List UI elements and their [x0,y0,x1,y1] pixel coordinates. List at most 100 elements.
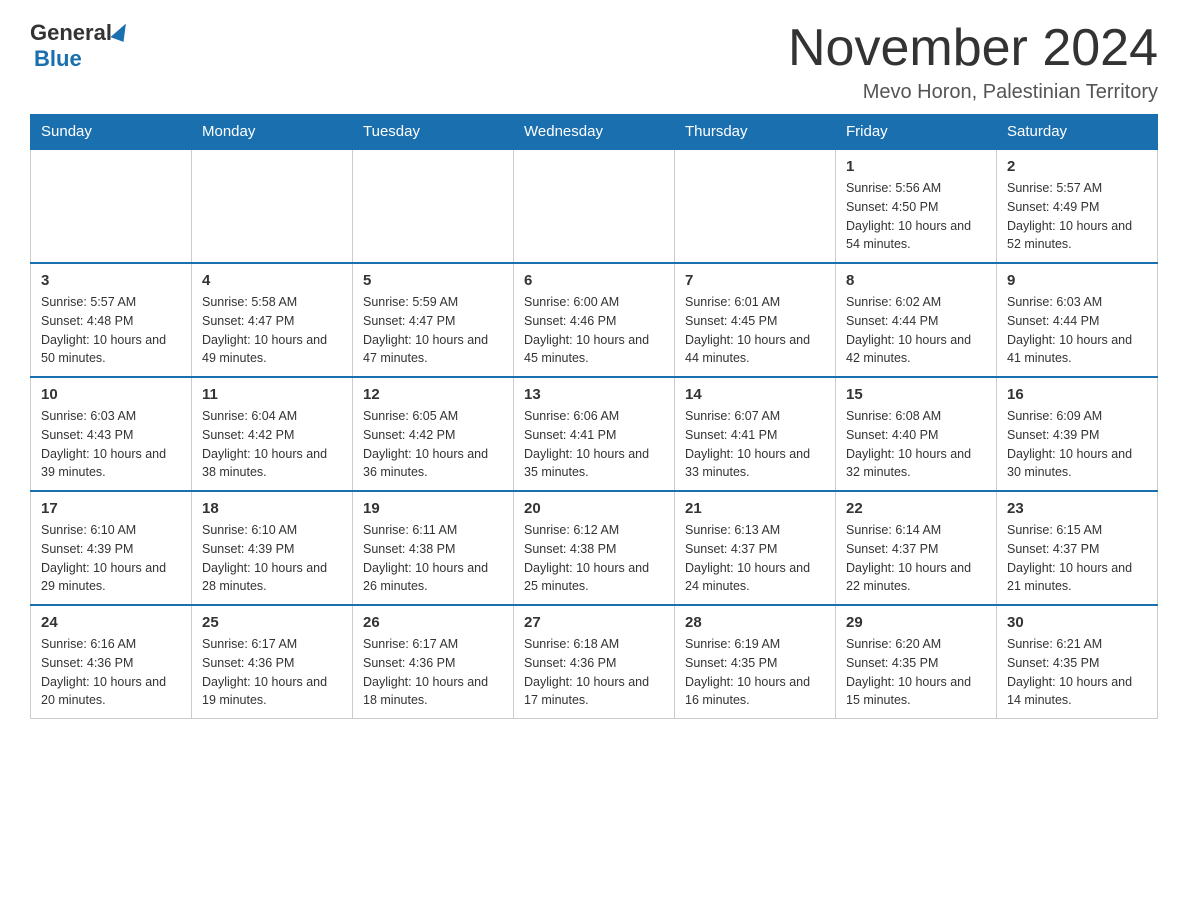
day-info: Sunrise: 6:05 AM Sunset: 4:42 PM Dayligh… [363,407,503,482]
calendar-week-row: 3 Sunrise: 5:57 AM Sunset: 4:48 PM Daylig… [31,263,1158,377]
calendar-day-cell: 16 Sunrise: 6:09 AM Sunset: 4:39 PM Dayli… [997,377,1158,491]
day-info: Sunrise: 6:13 AM Sunset: 4:37 PM Dayligh… [685,521,825,596]
day-info: Sunrise: 5:58 AM Sunset: 4:47 PM Dayligh… [202,293,342,368]
logo: General Blue [30,20,127,72]
calendar-week-row: 1Sunrise: 5:56 AM Sunset: 4:50 PM Daylig… [31,149,1158,263]
calendar-day-cell: 10 Sunrise: 6:03 AM Sunset: 4:43 PM Dayli… [31,377,192,491]
calendar-day-cell: 5 Sunrise: 5:59 AM Sunset: 4:47 PM Daylig… [353,263,514,377]
day-number: 8 [846,272,986,289]
calendar-week-row: 17Sunrise: 6:10 AM Sunset: 4:39 PM Dayli… [31,491,1158,605]
day-info: Sunrise: 6:10 AM Sunset: 4:39 PM Dayligh… [41,521,181,596]
day-info: Sunrise: 6:00 AM Sunset: 4:46 PM Dayligh… [524,293,664,368]
calendar-day-cell: 26Sunrise: 6:17 AM Sunset: 4:36 PM Dayli… [353,605,514,719]
day-info: Sunrise: 6:08 AM Sunset: 4:40 PM Dayligh… [846,407,986,482]
day-number: 19 [363,500,503,517]
day-info: Sunrise: 6:18 AM Sunset: 4:36 PM Dayligh… [524,635,664,710]
calendar-day-header: Thursday [675,115,836,150]
calendar-day-header: Saturday [997,115,1158,150]
calendar-day-cell: 17Sunrise: 6:10 AM Sunset: 4:39 PM Dayli… [31,491,192,605]
calendar-day-cell: 12Sunrise: 6:05 AM Sunset: 4:42 PM Dayli… [353,377,514,491]
day-number: 5 [363,272,503,289]
page-subtitle: Mevo Horon, Palestinian Territory [788,81,1158,104]
day-number: 2 [1007,158,1147,175]
day-info: Sunrise: 6:19 AM Sunset: 4:35 PM Dayligh… [685,635,825,710]
day-number: 16 [1007,386,1147,403]
day-info: Sunrise: 6:04 AM Sunset: 4:42 PM Dayligh… [202,407,342,482]
logo-general: General [30,20,112,46]
logo-triangle-icon [110,20,129,42]
day-info: Sunrise: 6:09 AM Sunset: 4:39 PM Dayligh… [1007,407,1147,482]
day-number: 9 [1007,272,1147,289]
day-info: Sunrise: 6:15 AM Sunset: 4:37 PM Dayligh… [1007,521,1147,596]
calendar-day-cell: 27 Sunrise: 6:18 AM Sunset: 4:36 PM Dayli… [514,605,675,719]
day-info: Sunrise: 6:20 AM Sunset: 4:35 PM Dayligh… [846,635,986,710]
day-number: 26 [363,614,503,631]
calendar-day-cell: 20 Sunrise: 6:12 AM Sunset: 4:38 PM Dayli… [514,491,675,605]
calendar-day-cell: 14Sunrise: 6:07 AM Sunset: 4:41 PM Dayli… [675,377,836,491]
calendar-header-row: SundayMondayTuesdayWednesdayThursdayFrid… [31,115,1158,150]
calendar-day-cell: 28 Sunrise: 6:19 AM Sunset: 4:35 PM Dayli… [675,605,836,719]
day-number: 7 [685,272,825,289]
day-info: Sunrise: 6:03 AM Sunset: 4:44 PM Dayligh… [1007,293,1147,368]
title-area: November 2024 Mevo Horon, Palestinian Te… [788,20,1158,104]
day-info: Sunrise: 6:14 AM Sunset: 4:37 PM Dayligh… [846,521,986,596]
calendar-day-header: Monday [192,115,353,150]
day-number: 30 [1007,614,1147,631]
calendar-day-header: Tuesday [353,115,514,150]
day-info: Sunrise: 6:12 AM Sunset: 4:38 PM Dayligh… [524,521,664,596]
day-number: 4 [202,272,342,289]
day-info: Sunrise: 5:57 AM Sunset: 4:48 PM Dayligh… [41,293,181,368]
calendar-day-cell: 7Sunrise: 6:01 AM Sunset: 4:45 PM Daylig… [675,263,836,377]
day-info: Sunrise: 6:16 AM Sunset: 4:36 PM Dayligh… [41,635,181,710]
calendar-day-cell: 29 Sunrise: 6:20 AM Sunset: 4:35 PM Dayli… [836,605,997,719]
calendar-day-cell [514,149,675,263]
calendar-day-cell: 22 Sunrise: 6:14 AM Sunset: 4:37 PM Dayli… [836,491,997,605]
day-info: Sunrise: 6:02 AM Sunset: 4:44 PM Dayligh… [846,293,986,368]
calendar-day-cell: 18 Sunrise: 6:10 AM Sunset: 4:39 PM Dayli… [192,491,353,605]
day-number: 11 [202,386,342,403]
calendar-day-cell [192,149,353,263]
day-number: 29 [846,614,986,631]
day-number: 3 [41,272,181,289]
calendar-day-cell: 23 Sunrise: 6:15 AM Sunset: 4:37 PM Dayli… [997,491,1158,605]
day-info: Sunrise: 6:11 AM Sunset: 4:38 PM Dayligh… [363,521,503,596]
day-number: 10 [41,386,181,403]
calendar-week-row: 10 Sunrise: 6:03 AM Sunset: 4:43 PM Dayli… [31,377,1158,491]
calendar-day-header: Wednesday [514,115,675,150]
calendar-day-cell: 2 Sunrise: 5:57 AM Sunset: 4:49 PM Daylig… [997,149,1158,263]
day-number: 25 [202,614,342,631]
page-header: General Blue November 2024 Mevo Horon, P… [30,20,1158,104]
day-number: 24 [41,614,181,631]
page-title: November 2024 [788,20,1158,77]
day-info: Sunrise: 5:59 AM Sunset: 4:47 PM Dayligh… [363,293,503,368]
day-info: Sunrise: 6:21 AM Sunset: 4:35 PM Dayligh… [1007,635,1147,710]
day-number: 23 [1007,500,1147,517]
day-info: Sunrise: 6:03 AM Sunset: 4:43 PM Dayligh… [41,407,181,482]
day-info: Sunrise: 5:57 AM Sunset: 4:49 PM Dayligh… [1007,179,1147,254]
calendar-day-cell: 19 Sunrise: 6:11 AM Sunset: 4:38 PM Dayli… [353,491,514,605]
calendar-day-cell [353,149,514,263]
day-info: Sunrise: 6:17 AM Sunset: 4:36 PM Dayligh… [202,635,342,710]
calendar-day-header: Sunday [31,115,192,150]
day-number: 27 [524,614,664,631]
calendar-day-cell: 15Sunrise: 6:08 AM Sunset: 4:40 PM Dayli… [836,377,997,491]
calendar-table: SundayMondayTuesdayWednesdayThursdayFrid… [30,114,1158,719]
day-info: Sunrise: 6:06 AM Sunset: 4:41 PM Dayligh… [524,407,664,482]
calendar-day-cell: 24 Sunrise: 6:16 AM Sunset: 4:36 PM Dayli… [31,605,192,719]
calendar-day-cell [675,149,836,263]
day-number: 18 [202,500,342,517]
calendar-day-cell: 3 Sunrise: 5:57 AM Sunset: 4:48 PM Daylig… [31,263,192,377]
calendar-day-cell: 6Sunrise: 6:00 AM Sunset: 4:46 PM Daylig… [514,263,675,377]
day-number: 28 [685,614,825,631]
day-number: 1 [846,158,986,175]
day-number: 14 [685,386,825,403]
day-info: Sunrise: 6:10 AM Sunset: 4:39 PM Dayligh… [202,521,342,596]
calendar-day-cell: 11 Sunrise: 6:04 AM Sunset: 4:42 PM Dayli… [192,377,353,491]
calendar-day-cell: 4 Sunrise: 5:58 AM Sunset: 4:47 PM Daylig… [192,263,353,377]
calendar-day-cell: 13Sunrise: 6:06 AM Sunset: 4:41 PM Dayli… [514,377,675,491]
day-number: 20 [524,500,664,517]
day-number: 22 [846,500,986,517]
logo-blue: Blue [30,46,82,72]
calendar-week-row: 24 Sunrise: 6:16 AM Sunset: 4:36 PM Dayli… [31,605,1158,719]
calendar-day-cell: 21Sunrise: 6:13 AM Sunset: 4:37 PM Dayli… [675,491,836,605]
